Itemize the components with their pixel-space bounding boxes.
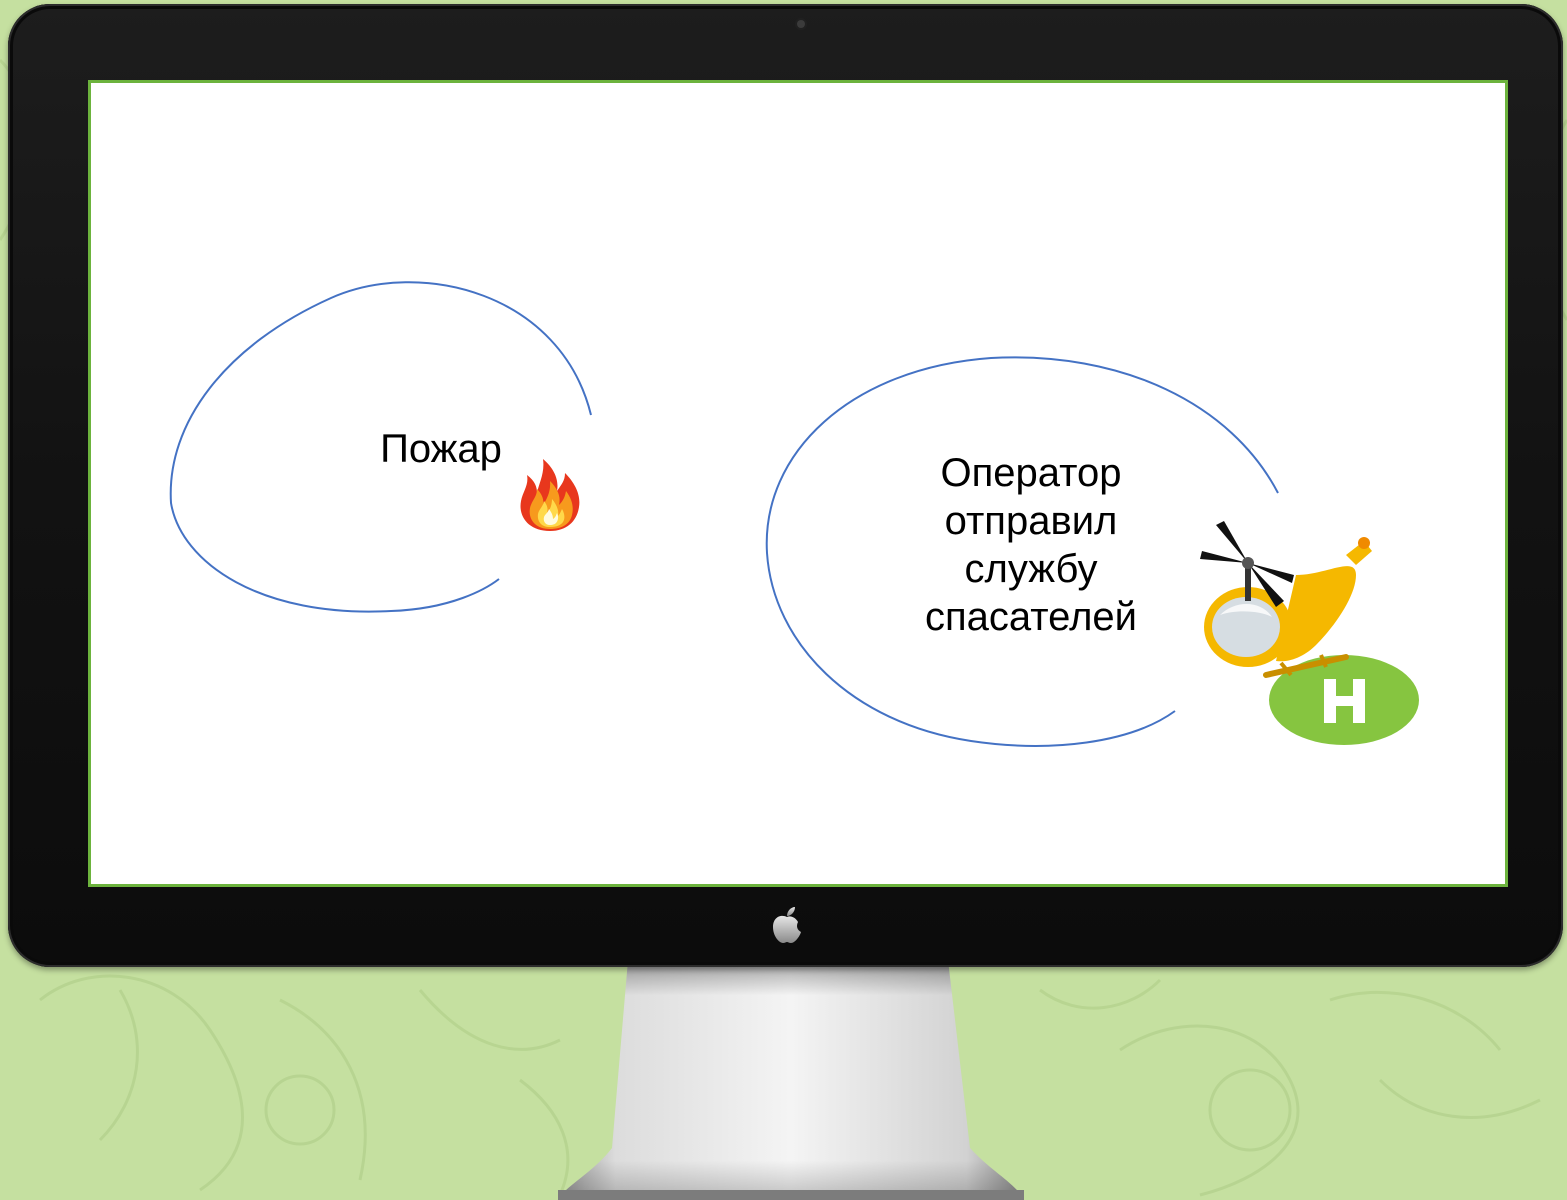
helicopter-icon [1200, 521, 1419, 745]
operator-bubble-text: Оператор отправил службу спасателей [925, 451, 1137, 639]
camera-icon [797, 20, 805, 28]
slide-screen: Пожар Оператор отправил службу спасателе… [88, 80, 1508, 887]
bubble-outlines [169, 281, 1279, 747]
fire-icon [520, 459, 580, 531]
apple-logo-icon [773, 907, 801, 943]
